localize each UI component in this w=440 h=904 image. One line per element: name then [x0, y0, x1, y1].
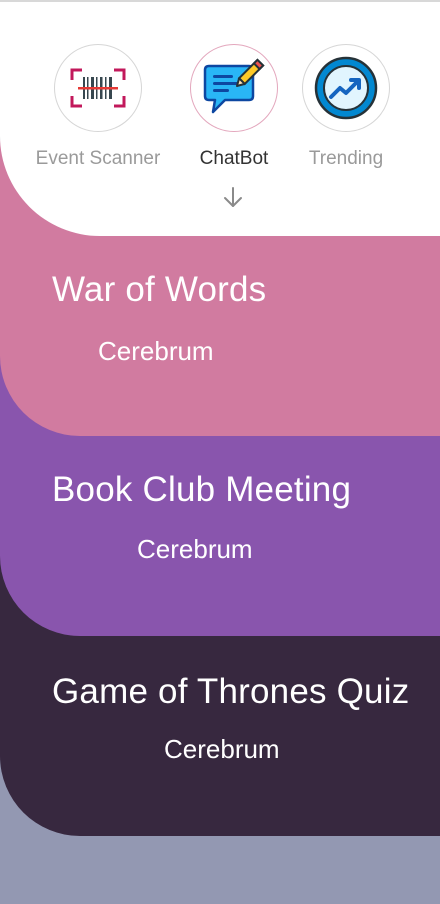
- event-scanner-circle[interactable]: [54, 44, 142, 132]
- chat-bubble-icon: [203, 58, 265, 114]
- app-screen: Game of Thrones Quiz Cerebrum Book Club …: [0, 0, 440, 904]
- quick-actions-header: Event Scanner ChatBot Trending: [0, 0, 440, 236]
- barcode-scanner-icon: [70, 68, 126, 108]
- trending-up-icon: [314, 56, 378, 120]
- event-title: Game of Thrones Quiz: [52, 672, 410, 711]
- event-scanner-button[interactable]: Event Scanner: [36, 44, 160, 169]
- trending-circle[interactable]: [302, 44, 390, 132]
- event-title: Book Club Meeting: [52, 470, 352, 509]
- event-organizer: Cerebrum: [164, 734, 280, 764]
- divider: [0, 0, 440, 2]
- trending-label: Trending: [308, 148, 384, 169]
- chatbot-button[interactable]: ChatBot: [188, 44, 280, 169]
- arrow-down-icon: [224, 187, 242, 207]
- trending-button[interactable]: Trending: [300, 44, 392, 169]
- event-scanner-label: Event Scanner: [35, 148, 161, 169]
- chatbot-circle[interactable]: [190, 44, 278, 132]
- event-title: War of Words: [52, 270, 267, 309]
- chatbot-label: ChatBot: [199, 148, 269, 169]
- event-organizer: Cerebrum: [98, 336, 214, 366]
- event-organizer: Cerebrum: [137, 534, 253, 564]
